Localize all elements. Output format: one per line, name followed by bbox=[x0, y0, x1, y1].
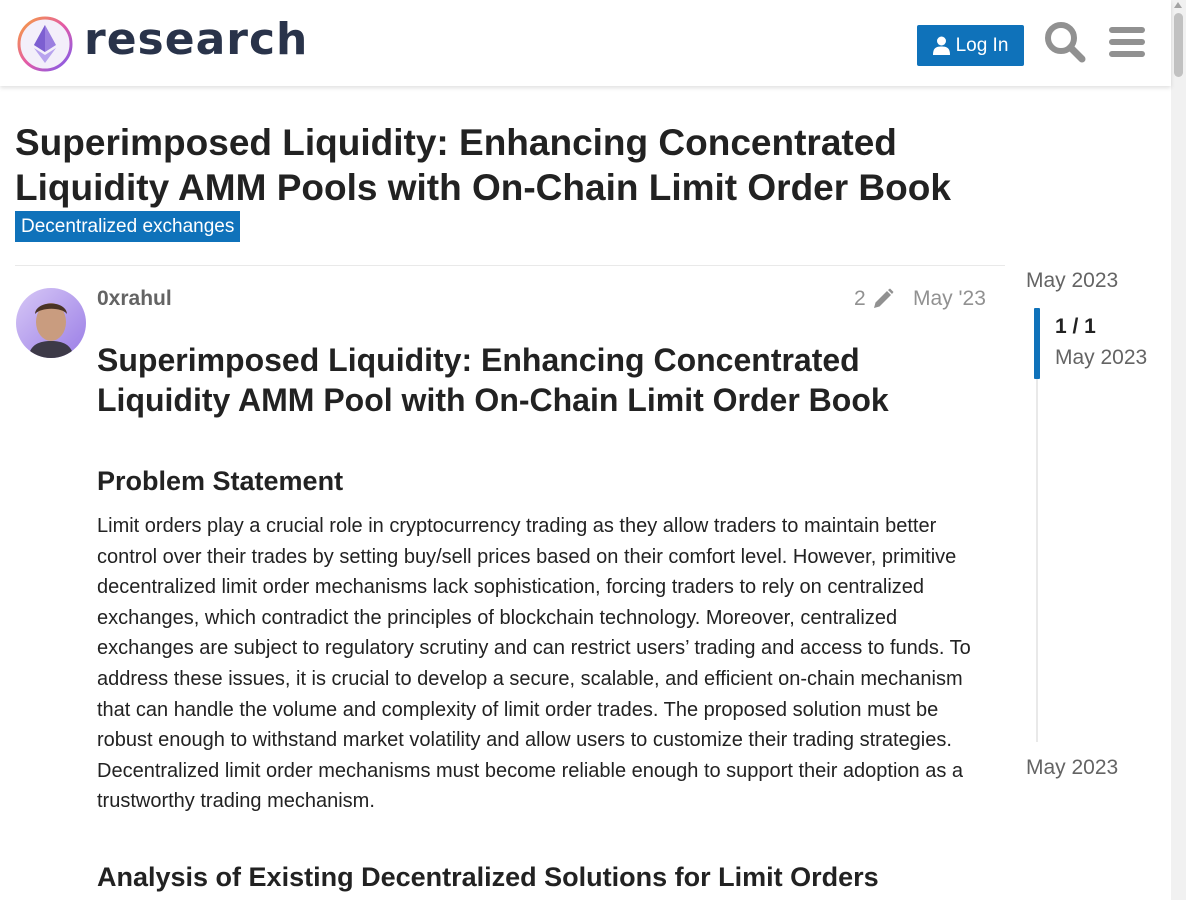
post-author-username[interactable]: 0xrahul bbox=[97, 287, 172, 311]
user-icon bbox=[932, 36, 950, 55]
edit-history-indicator[interactable]: 2 bbox=[854, 287, 894, 311]
login-button[interactable]: Log In bbox=[917, 25, 1024, 66]
research-logo-icon[interactable] bbox=[16, 15, 74, 73]
topic-title[interactable]: Superimposed Liquidity: Enhancing Concen… bbox=[15, 120, 1015, 210]
edit-count: 2 bbox=[854, 287, 866, 310]
avatar[interactable] bbox=[16, 288, 86, 358]
page-scrollbar[interactable] bbox=[1171, 0, 1186, 900]
post-heading: Superimposed Liquidity: Enhancing Concen… bbox=[97, 342, 889, 418]
timeline-position: 1 / 1 bbox=[1055, 315, 1096, 338]
pencil-icon bbox=[873, 288, 894, 308]
scroll-up-arrow-icon[interactable] bbox=[1174, 2, 1182, 8]
timeline-scroll-handle[interactable] bbox=[1034, 308, 1040, 379]
section-heading-problem-statement: Problem Statement bbox=[97, 466, 344, 496]
timeline-position-date: May 2023 bbox=[1055, 346, 1148, 369]
category-badge[interactable]: Decentralized exchanges bbox=[15, 211, 241, 242]
search-icon[interactable] bbox=[1042, 19, 1088, 65]
topic-timeline: May 2023 1 / 1 May 2023 May 2023 bbox=[1026, 266, 1171, 786]
title-divider bbox=[15, 265, 1005, 266]
timeline-start-date[interactable]: May 2023 bbox=[1026, 269, 1118, 293]
site-header: research Log In bbox=[0, 0, 1171, 86]
timeline-end-date[interactable]: May 2023 bbox=[1026, 756, 1118, 780]
section-heading-analysis: Analysis of Existing Decentralized Solut… bbox=[97, 861, 879, 892]
post-paragraph: Limit orders play a crucial role in cryp… bbox=[97, 515, 971, 813]
site-logo-text[interactable]: research bbox=[84, 14, 308, 65]
login-button-label: Log In bbox=[955, 34, 1009, 56]
hamburger-menu-icon[interactable] bbox=[1104, 19, 1150, 65]
user-avatar-icon bbox=[16, 288, 86, 358]
post-date[interactable]: May '23 bbox=[913, 287, 986, 311]
scrollbar-thumb[interactable] bbox=[1174, 13, 1183, 77]
post-content: Superimposed Liquidity: Enhancing Concen… bbox=[97, 340, 989, 897]
